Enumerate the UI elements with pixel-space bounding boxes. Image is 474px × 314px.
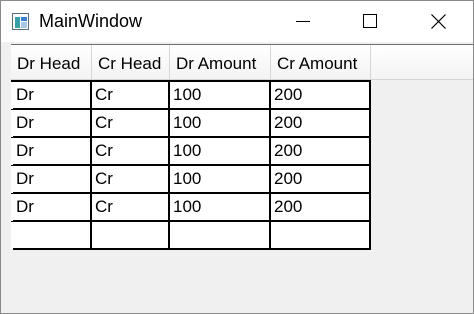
close-icon (431, 14, 446, 29)
column-header-cr-amount[interactable]: Cr Amount (271, 45, 371, 79)
app-window-icon[interactable] (12, 13, 29, 30)
close-button[interactable] (403, 1, 473, 42)
cell-dr-head[interactable]: Dr (13, 82, 92, 110)
cell-dr-head[interactable]: Dr (13, 110, 92, 138)
cell-dr-amount[interactable]: 100 (170, 82, 271, 110)
table-row[interactable]: Dr Cr 100 200 (11, 194, 371, 222)
cell-cr-amount[interactable]: 200 (271, 166, 371, 194)
table-row[interactable]: Dr Cr 100 200 (11, 82, 371, 110)
table-row[interactable]: Dr Cr 100 200 (11, 110, 371, 138)
cell-cr-head[interactable] (92, 222, 170, 250)
minimize-icon (296, 21, 310, 22)
column-header-dr-head[interactable]: Dr Head (11, 45, 92, 79)
title-bar[interactable]: MainWindow (1, 1, 473, 42)
cell-dr-head[interactable] (13, 222, 92, 250)
cell-cr-amount[interactable] (271, 222, 371, 250)
main-window: MainWindow Dr Head Cr Head Dr Amount Cr … (0, 0, 474, 314)
cell-cr-amount[interactable]: 200 (271, 194, 371, 222)
table-row[interactable]: Dr Cr 100 200 (11, 166, 371, 194)
cell-dr-amount[interactable]: 100 (170, 194, 271, 222)
cell-dr-amount[interactable]: 100 (170, 138, 271, 166)
cell-cr-amount[interactable]: 200 (271, 110, 371, 138)
cell-dr-amount[interactable]: 100 (170, 110, 271, 138)
cell-cr-head[interactable]: Cr (92, 166, 170, 194)
cell-cr-head[interactable]: Cr (92, 194, 170, 222)
minimize-button[interactable] (271, 1, 337, 42)
data-grid[interactable]: Dr Head Cr Head Dr Amount Cr Amount Dr C… (1, 42, 473, 313)
cell-cr-amount[interactable]: 200 (271, 82, 371, 110)
cell-cr-amount[interactable]: 200 (271, 138, 371, 166)
table-row[interactable]: Dr Cr 100 200 (11, 138, 371, 166)
column-header-dr-amount[interactable]: Dr Amount (170, 45, 271, 79)
cell-cr-head[interactable]: Cr (92, 110, 170, 138)
window-title: MainWindow (39, 11, 143, 31)
column-header-cr-head[interactable]: Cr Head (92, 45, 170, 79)
maximize-button[interactable] (337, 1, 403, 42)
maximize-icon (363, 14, 377, 28)
cell-dr-head[interactable]: Dr (13, 166, 92, 194)
grid-header-row: Dr Head Cr Head Dr Amount Cr Amount (11, 45, 473, 80)
cell-cr-head[interactable]: Cr (92, 82, 170, 110)
cell-dr-amount[interactable]: 100 (170, 166, 271, 194)
cell-dr-amount[interactable] (170, 222, 271, 250)
new-item-row[interactable] (11, 222, 371, 250)
cell-dr-head[interactable]: Dr (13, 194, 92, 222)
cell-cr-head[interactable]: Cr (92, 138, 170, 166)
cell-dr-head[interactable]: Dr (13, 138, 92, 166)
